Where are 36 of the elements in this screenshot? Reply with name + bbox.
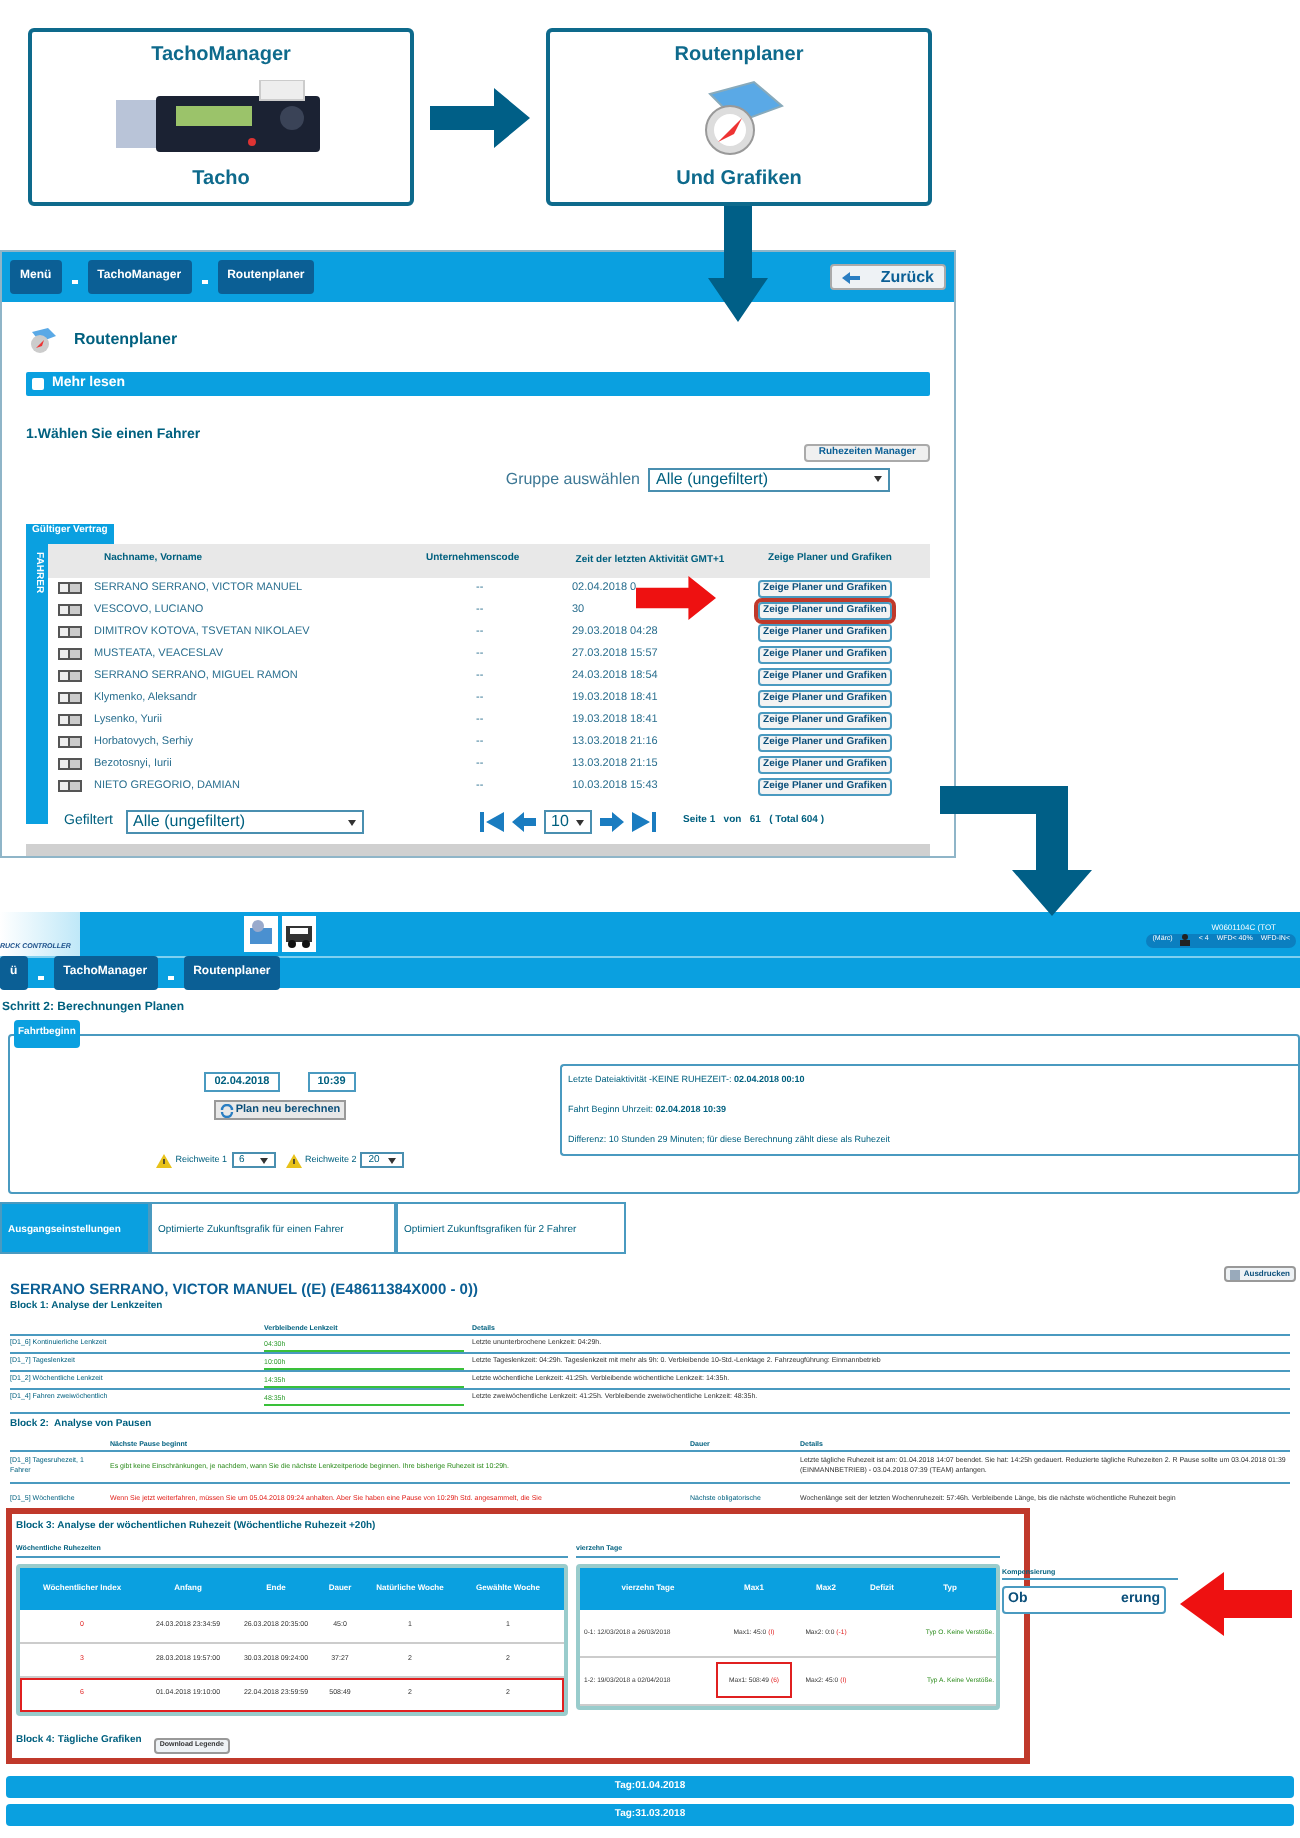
- card-caption: Und Grafiken: [676, 166, 802, 194]
- previous-page-icon[interactable]: [511, 812, 536, 832]
- next-page-icon[interactable]: [599, 812, 624, 832]
- back-button[interactable]: Zurück: [830, 264, 946, 290]
- pointer-arrow-icon: [1180, 1572, 1292, 1636]
- group-label: Gruppe auswählen: [505, 467, 640, 491]
- down-arrow-icon: [708, 206, 768, 322]
- first-page-icon[interactable]: [479, 812, 504, 832]
- page-size-select[interactable]: 10: [543, 810, 592, 834]
- id-card-icon: [58, 692, 82, 704]
- group-select[interactable]: Alle (ungefiltert): [648, 467, 890, 491]
- arrow-icon: [430, 87, 530, 147]
- person-icon: [1180, 934, 1191, 946]
- last-page-icon[interactable]: [631, 812, 656, 832]
- card-title: Routenplaner: [674, 42, 804, 70]
- id-card-icon: [58, 582, 82, 594]
- refresh-icon: [219, 1103, 234, 1118]
- pointer-arrow-icon: [636, 576, 716, 620]
- truck-icon[interactable]: [282, 916, 316, 952]
- id-card-icon: [58, 714, 82, 726]
- id-card-icon: [58, 604, 82, 616]
- id-card-icon: [58, 626, 82, 638]
- id-card-icon: [58, 758, 82, 770]
- id-card-icon: [58, 736, 82, 748]
- card-title: TachoManager: [151, 42, 291, 70]
- card-caption: Tacho: [192, 166, 250, 194]
- filter-select[interactable]: Alle (ungefiltert): [125, 810, 364, 834]
- warning-icon: [155, 1153, 172, 1168]
- warning-icon: [285, 1153, 301, 1168]
- printer-icon: [1229, 1269, 1240, 1279]
- back-arrow-icon: [842, 271, 861, 283]
- compass-icon: [26, 326, 58, 354]
- page-heading: Routenplaner: [74, 328, 178, 352]
- id-card-icon: [58, 670, 82, 682]
- id-card-icon: [58, 780, 82, 792]
- id-card-icon: [58, 648, 82, 660]
